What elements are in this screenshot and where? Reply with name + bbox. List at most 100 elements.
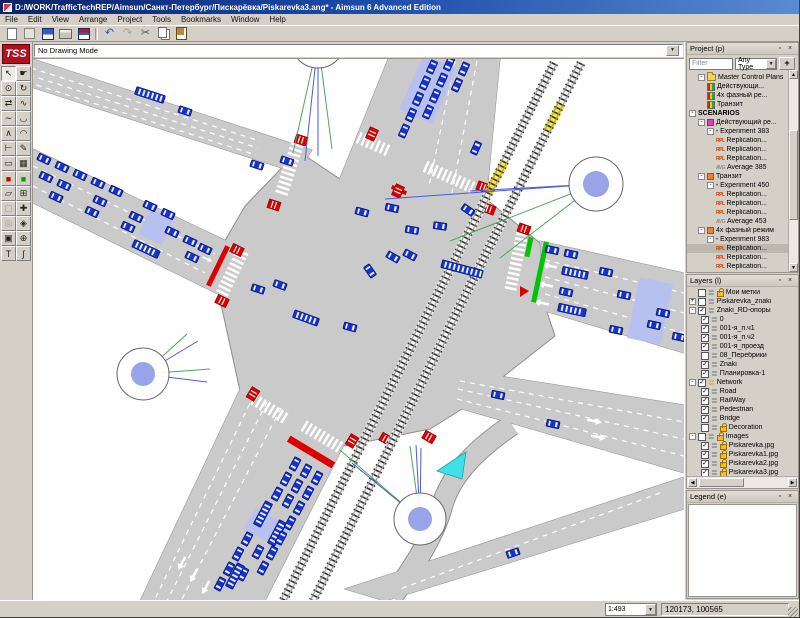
signal-green-tool[interactable]: ■	[16, 171, 31, 186]
angle-tool[interactable]: ∧	[1, 126, 16, 141]
layer-item[interactable]: ✓ ≣ 001-я_проезд	[687, 342, 798, 351]
layer-visibility-checkbox[interactable]: ✓	[701, 468, 709, 476]
edit-tool[interactable]: ✎	[16, 141, 31, 156]
box-tool[interactable]: ▢	[1, 201, 16, 216]
project-tree-item[interactable]: RPL Replication...	[687, 253, 798, 262]
layer-item[interactable]: ✓ ≣ RailWay	[687, 396, 798, 405]
layer-visibility-checkbox[interactable]: ✓	[701, 405, 709, 414]
new-button[interactable]	[3, 27, 20, 41]
detector-tool[interactable]: ⊕	[16, 231, 31, 246]
layer-item[interactable]: ✓ ≣ Планировка-1	[687, 369, 798, 378]
tree-expander[interactable]: -	[707, 128, 714, 135]
cross-tool[interactable]: ✚	[16, 201, 31, 216]
project-tree-item[interactable]: RPL Replication...	[687, 145, 798, 154]
project-tree-item[interactable]: RPL Replication...	[687, 199, 798, 208]
resize-grip[interactable]	[788, 607, 798, 617]
project-tree-item[interactable]: 4х фазный ре...	[687, 91, 798, 100]
layer-item[interactable]: ✓ ≣ Piskarevka2.jpg	[687, 459, 798, 468]
menu-file[interactable]: File	[0, 15, 23, 24]
scrollbar-thumb[interactable]	[699, 478, 744, 487]
layer-item[interactable]: ✓ ≣ 001-я_п.ч2	[687, 333, 798, 342]
tree-expander[interactable]: +	[689, 298, 696, 305]
menu-view[interactable]: View	[47, 15, 74, 24]
drawing-mode-combo[interactable]: No Drawing Mode ▼	[34, 43, 683, 57]
zoom-scale-combo[interactable]: 1:493 ▼	[605, 603, 657, 616]
circle-tool[interactable]: ◎	[1, 216, 16, 231]
tree-expander[interactable]: -	[698, 74, 705, 81]
scroll-right-icon[interactable]: ▶	[788, 478, 797, 487]
snapshot-button[interactable]	[75, 27, 92, 41]
print-button[interactable]	[57, 27, 74, 41]
project-tree-item[interactable]: - Действующий ре...	[687, 118, 798, 127]
undo-button[interactable]: ↶	[101, 27, 118, 41]
pan-tool[interactable]: ☛	[16, 66, 31, 81]
layer-visibility-checkbox[interactable]: ✓	[701, 441, 709, 450]
layer-item[interactable]: ✓ ≣ Pedestrian	[687, 405, 798, 414]
layer-item[interactable]: ≣ 08_Перебрики	[687, 351, 798, 360]
project-tree-item[interactable]: RPL Replication...	[687, 190, 798, 199]
tree-expander[interactable]: -	[707, 236, 714, 243]
tree-expander[interactable]: -	[689, 433, 696, 440]
chevron-down-icon[interactable]: ▼	[645, 604, 656, 615]
layer-item[interactable]: ≣ Decoration	[687, 423, 798, 432]
float-panel-icon[interactable]: ▫	[775, 492, 785, 502]
close-panel-icon[interactable]: ×	[785, 276, 795, 286]
section-tool[interactable]: ▭	[1, 156, 16, 171]
node-tool[interactable]: ⊞	[16, 186, 31, 201]
project-tree-item[interactable]: RPL Replication...	[687, 244, 798, 253]
menu-edit[interactable]: Edit	[23, 15, 47, 24]
tree-expander[interactable]: -	[698, 227, 705, 234]
map-canvas[interactable]	[24, 13, 687, 604]
section-alt-tool[interactable]: ▦	[16, 156, 31, 171]
layer-item[interactable]: ✓ ≣ Road	[687, 387, 798, 396]
layer-item[interactable]: ✓ ≣ Piskarevka3.jpg	[687, 468, 798, 476]
project-tree-item[interactable]: AVG Average 385	[687, 163, 798, 172]
project-tree-item[interactable]: Действующи...	[687, 82, 798, 91]
signal-red-tool[interactable]: ■	[1, 171, 16, 186]
layer-item[interactable]: - ✓ ≣ Znaki_RD-опоры	[687, 306, 798, 315]
layer-item[interactable]: ✓ ≣ Znaki	[687, 360, 798, 369]
layer-visibility-checkbox[interactable]	[701, 423, 709, 432]
layer-visibility-checkbox[interactable]: ✓	[701, 333, 709, 342]
project-tree-item[interactable]: RPL Replication...	[687, 136, 798, 145]
menu-window[interactable]: Window	[226, 15, 264, 24]
layer-item[interactable]: - ✓ ≣ Network	[687, 378, 798, 387]
paste-button[interactable]	[173, 27, 190, 41]
move-tool[interactable]: ⇄	[1, 96, 16, 111]
layers-panel-header[interactable]: Layers (l) ▫ ×	[687, 275, 798, 287]
layer-item[interactable]: ✓ ≣ Piskarevka.jpg	[687, 441, 798, 450]
rotate-tool[interactable]: ↻	[16, 81, 31, 96]
layer-visibility-checkbox[interactable]: ✓	[701, 342, 709, 351]
layer-item[interactable]: ✓ ≣ Bridge	[687, 414, 798, 423]
layer-visibility-checkbox[interactable]: ✓	[701, 450, 709, 459]
project-tree-item[interactable]: RPL Replication...	[687, 262, 798, 271]
polygon-tool[interactable]: ▱	[1, 186, 16, 201]
project-tree-item[interactable]: - 4х фазный режим	[687, 226, 798, 235]
project-tree-item[interactable]: - • Experiment 983	[687, 235, 798, 244]
polyline-tool[interactable]: ∿	[16, 96, 31, 111]
layer-visibility-checkbox[interactable]: ✓	[701, 459, 709, 468]
project-tree-item[interactable]: - SCENARIOS	[687, 109, 798, 118]
camera-tool[interactable]: ▣	[1, 231, 16, 246]
layer-visibility-checkbox[interactable]: ✓	[701, 414, 709, 423]
cut-button[interactable]: ✂	[137, 27, 154, 41]
redo-button[interactable]: ↷	[119, 27, 136, 41]
layer-item[interactable]: - ≣ Images	[687, 432, 798, 441]
scroll-left-icon[interactable]: ◀	[688, 478, 697, 487]
layer-visibility-checkbox[interactable]	[698, 288, 706, 297]
layer-item[interactable]: ✓ ≣ 001-я_п.ч1	[687, 324, 798, 333]
type-filter-combo[interactable]: Any Type ▼	[735, 57, 777, 71]
layer-visibility-checkbox[interactable]	[698, 297, 706, 306]
layer-visibility-checkbox[interactable]: ✓	[698, 306, 706, 315]
layer-visibility-checkbox[interactable]: ✓	[701, 324, 709, 333]
layer-visibility-checkbox[interactable]	[698, 432, 706, 441]
layer-visibility-checkbox[interactable]: ✓	[701, 315, 709, 324]
open-button[interactable]	[21, 27, 38, 41]
project-tree-item[interactable]: - • Experiment 450	[687, 181, 798, 190]
project-tree-item[interactable]: AVG Average 453	[687, 217, 798, 226]
layer-visibility-checkbox[interactable]: ✓	[698, 378, 706, 387]
close-panel-icon[interactable]: ×	[785, 492, 795, 502]
menu-project[interactable]: Project	[112, 15, 147, 24]
layer-item[interactable]: ✓ ≣ Piskarevka1.jpg	[687, 450, 798, 459]
close-panel-icon[interactable]: ×	[785, 44, 795, 54]
